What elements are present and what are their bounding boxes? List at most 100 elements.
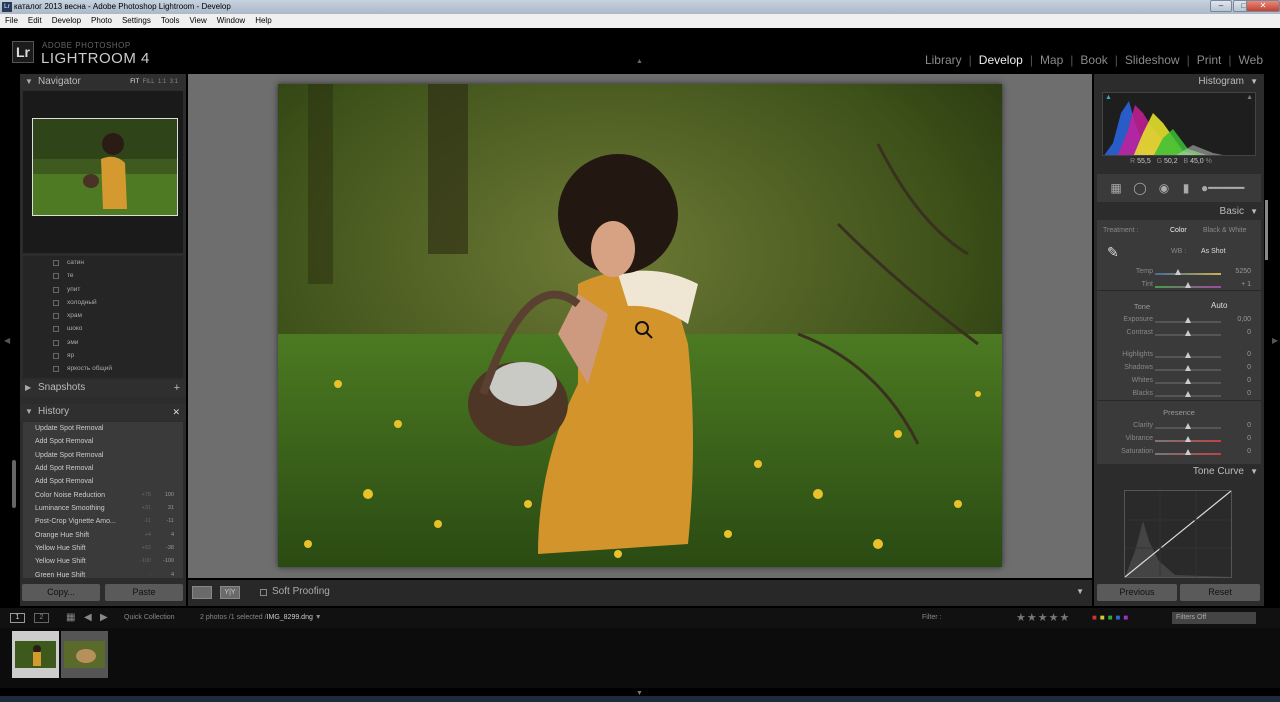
slider-thumb[interactable] xyxy=(1185,391,1191,397)
navigator-header[interactable]: ▼ Navigator FIT FILL 1:1 3:1 xyxy=(20,74,186,90)
main-photo[interactable] xyxy=(278,84,1002,567)
primary-display-button[interactable]: 1 xyxy=(10,613,25,623)
menu-window[interactable]: Window xyxy=(212,14,250,28)
filmstrip-thumb-selected[interactable] xyxy=(12,631,59,678)
loupe-view-icon[interactable] xyxy=(192,586,212,599)
slider-value[interactable]: 0 xyxy=(1247,364,1251,371)
add-snapshot-icon[interactable]: + xyxy=(174,380,180,396)
menu-tools[interactable]: Tools xyxy=(156,14,185,28)
slider-thumb[interactable] xyxy=(1185,378,1191,384)
zoom-3-1[interactable]: 3:1 xyxy=(170,79,178,85)
menu-settings[interactable]: Settings xyxy=(117,14,156,28)
slider-value[interactable]: 0 xyxy=(1247,435,1251,442)
wb-select[interactable]: As Shot xyxy=(1201,248,1226,255)
highlight-clipping-icon[interactable]: ▲ xyxy=(1246,94,1253,101)
history-item[interactable]: Orange Hue Shift +4 4 xyxy=(23,529,183,542)
preset-item[interactable]: храм xyxy=(23,309,183,322)
wb-eyedropper-icon[interactable]: ✎ xyxy=(1107,244,1119,261)
secondary-display-button[interactable]: 2 xyxy=(34,613,49,623)
preset-item[interactable]: упит xyxy=(23,283,183,296)
basic-header[interactable]: Basic ▼ xyxy=(1094,204,1264,220)
history-item[interactable]: Luminance Smoothing +31 31 xyxy=(23,502,183,515)
zoom-fill[interactable]: FILL xyxy=(143,79,155,85)
shadow-clipping-icon[interactable]: ▲ xyxy=(1105,94,1112,101)
slider-blacks[interactable]: Blacks 0 xyxy=(1097,390,1261,402)
module-map[interactable]: Map xyxy=(1033,53,1070,67)
history-item[interactable]: Yellow Hue Shift +62 -38 xyxy=(23,542,183,555)
navigator-thumbnail[interactable] xyxy=(32,118,178,216)
history-item[interactable]: Add Spot Removal xyxy=(23,435,183,448)
filters-select[interactable]: Filters Off xyxy=(1172,612,1256,624)
clear-history-icon[interactable]: ✕ xyxy=(172,404,180,420)
color-label-filter[interactable]: ■■■■■ xyxy=(1092,608,1131,628)
zoom-1-1[interactable]: 1:1 xyxy=(158,79,166,85)
slider-thumb[interactable] xyxy=(1185,352,1191,358)
menu-help[interactable]: Help xyxy=(250,14,276,28)
module-library[interactable]: Library xyxy=(918,53,969,67)
close-window-button[interactable]: ✕ xyxy=(1246,0,1280,12)
preset-item[interactable]: сатин xyxy=(23,256,183,269)
filmstrip-thumb[interactable] xyxy=(61,631,108,678)
treatment-bw[interactable]: Black & White xyxy=(1203,227,1247,234)
preset-item[interactable]: те xyxy=(23,269,183,282)
histogram-header[interactable]: Histogram ▼ xyxy=(1094,74,1264,90)
slider-value[interactable]: 0 xyxy=(1247,377,1251,384)
slider-thumb[interactable] xyxy=(1185,330,1191,336)
slider-contrast[interactable]: Contrast 0 xyxy=(1097,329,1261,341)
reset-button[interactable]: Reset xyxy=(1180,584,1260,601)
adjustment-brush-icon[interactable]: ●━━━━━ xyxy=(1201,181,1253,195)
slider-value[interactable]: 0 xyxy=(1247,422,1251,429)
slider-shadows[interactable]: Shadows 0 xyxy=(1097,364,1261,376)
slider-value[interactable]: 0 xyxy=(1247,448,1251,455)
slider-thumb[interactable] xyxy=(1185,365,1191,371)
soft-proofing-checkbox[interactable] xyxy=(260,589,267,596)
module-develop[interactable]: Develop xyxy=(972,53,1030,67)
slider-thumb[interactable] xyxy=(1185,282,1191,288)
menu-develop[interactable]: Develop xyxy=(47,14,86,28)
grid-icon[interactable]: ▦ xyxy=(66,608,75,628)
slider-track[interactable] xyxy=(1155,273,1221,275)
slider-thumb[interactable] xyxy=(1175,269,1182,275)
history-item[interactable]: Color Noise Reduction +75 100 xyxy=(23,489,183,502)
preset-item[interactable]: яркость общий xyxy=(23,362,183,375)
slider-value[interactable]: 0 xyxy=(1247,329,1251,336)
tone-curve-graph[interactable] xyxy=(1124,490,1232,578)
source-label[interactable]: Quick Collection xyxy=(124,608,175,628)
auto-tone-button[interactable]: Auto xyxy=(1211,301,1227,310)
slider-vibrance[interactable]: Vibrance 0 xyxy=(1097,435,1261,447)
tone-curve-header[interactable]: Tone Curve ▼ xyxy=(1094,464,1264,480)
history-item[interactable]: Update Spot Removal xyxy=(23,449,183,462)
rating-filter-stars[interactable]: ★★★★★ xyxy=(1016,608,1070,628)
filename[interactable]: IMG_8299.dng xyxy=(267,614,313,621)
module-web[interactable]: Web xyxy=(1232,53,1270,67)
slider-tint[interactable]: Tint + 1 xyxy=(1097,281,1261,293)
slider-highlights[interactable]: Highlights 0 xyxy=(1097,351,1261,363)
slider-exposure[interactable]: Exposure 0,00 xyxy=(1097,316,1261,328)
spot-removal-icon[interactable]: ◯ xyxy=(1133,181,1147,195)
module-book[interactable]: Book xyxy=(1073,53,1114,67)
copy-button[interactable]: Copy... xyxy=(22,584,100,601)
slider-value[interactable]: 0 xyxy=(1247,351,1251,358)
history-item[interactable]: Yellow Hue Shift -100 -100 xyxy=(23,555,183,568)
minimize-button[interactable]: – xyxy=(1210,0,1232,12)
slider-thumb[interactable] xyxy=(1185,436,1191,442)
histogram-graph[interactable]: ▲ ▲ xyxy=(1102,92,1256,156)
module-slideshow[interactable]: Slideshow xyxy=(1118,53,1187,67)
slider-value[interactable]: + 1 xyxy=(1241,281,1251,288)
slider-whites[interactable]: Whites 0 xyxy=(1097,377,1261,389)
slider-value[interactable]: 5250 xyxy=(1235,268,1251,275)
back-arrow-icon[interactable]: ◀ xyxy=(84,608,92,628)
collapse-top-icon[interactable]: ▲ xyxy=(636,58,643,65)
menu-edit[interactable]: Edit xyxy=(23,14,47,28)
preset-item[interactable]: шоко xyxy=(23,322,183,335)
snapshots-header[interactable]: ▶ Snapshots + xyxy=(20,380,186,397)
history-item[interactable]: Post-Crop Vignette Amo... -11 -11 xyxy=(23,515,183,528)
right-scrollbar[interactable] xyxy=(1265,200,1268,260)
slider-thumb[interactable] xyxy=(1185,423,1191,429)
slider-temp[interactable]: Temp 5250 xyxy=(1097,268,1261,280)
history-item[interactable]: Add Spot Removal xyxy=(23,475,183,488)
zoom-fit[interactable]: FIT xyxy=(130,79,139,85)
before-after-button[interactable]: Y|Y xyxy=(220,586,240,599)
toolbar-menu-icon[interactable]: ▼ xyxy=(1076,587,1084,596)
slider-value[interactable]: 0 xyxy=(1247,390,1251,397)
